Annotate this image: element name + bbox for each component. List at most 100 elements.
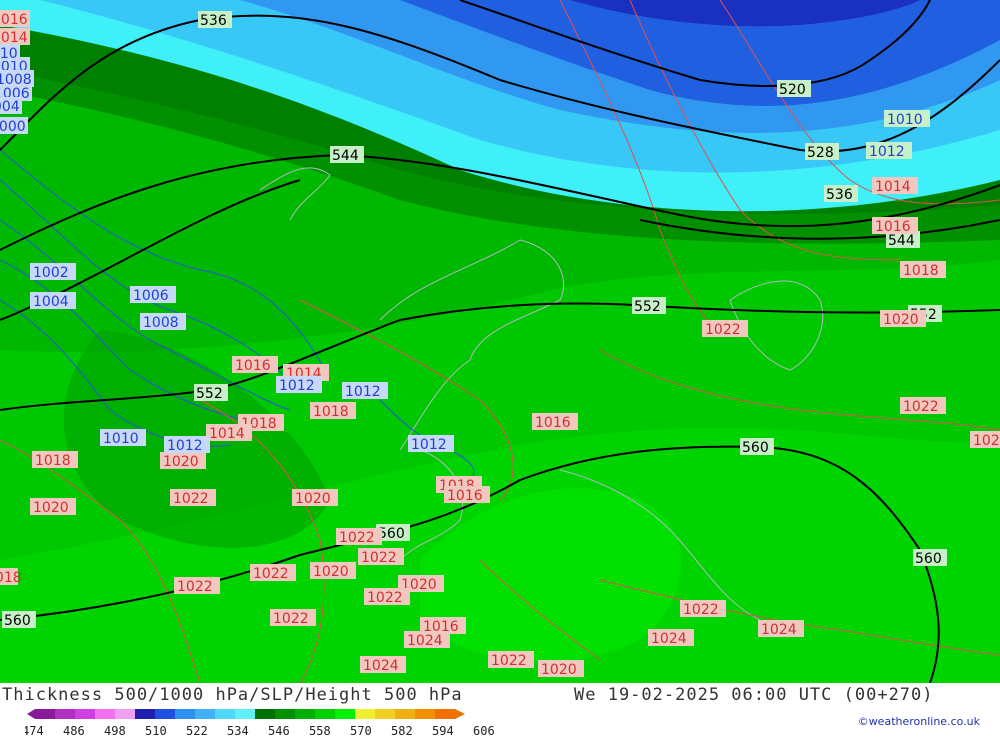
slp-label-text: 1020: [541, 662, 577, 678]
legend-tick-label: 474: [25, 724, 44, 738]
slp-label-text: 1024: [651, 631, 687, 647]
slp-label: 1022: [488, 651, 534, 669]
slp-label: 1024: [360, 656, 406, 674]
slp-label: 1016: [532, 413, 578, 431]
slp-label-text: 1002: [33, 265, 69, 281]
slp-label-text: 1016: [447, 488, 483, 504]
legend-swatch: [315, 709, 336, 719]
slp-label-text: 1020: [883, 312, 919, 328]
slp-label-text: 1004: [33, 294, 69, 310]
slp-label-text: 1022: [705, 322, 741, 338]
map-footer: Thickness 500/1000 hPa/SLP/Height 500 hP…: [0, 683, 1000, 738]
slp-label-text: 1022: [253, 566, 289, 582]
legend-tick-label: 606: [473, 724, 495, 738]
height-label: 536: [198, 11, 232, 29]
slp-label-text: 1022: [177, 579, 213, 595]
legend-swatch: [55, 709, 76, 719]
slp-label: 1016: [232, 356, 278, 374]
legend-swatch: [255, 709, 276, 719]
legend-swatch: [395, 709, 416, 719]
slp-label: 1020: [310, 562, 356, 580]
legend-tick-label: 558: [309, 724, 331, 738]
slp-label-text: 1012: [411, 437, 447, 453]
slp-label-text: 1008: [143, 315, 179, 331]
legend-swatch: [135, 709, 156, 719]
slp-label: 1012: [342, 382, 388, 400]
slp-label-text: 1022: [683, 602, 719, 618]
slp-label: 1008: [140, 313, 186, 331]
slp-label-text: 1010: [887, 112, 923, 128]
slp-label-text: 1020: [313, 564, 349, 580]
slp-label: 1010: [884, 110, 930, 128]
legend-swatch: [215, 709, 236, 719]
slp-label-text: 1012: [869, 144, 905, 160]
slp-label: 1020: [538, 660, 584, 678]
slp-label: 1012: [164, 436, 210, 454]
legend-swatch: [355, 709, 376, 719]
legend-tick-label: 582: [391, 724, 413, 738]
slp-label-text: 1016: [875, 219, 911, 235]
credit-link[interactable]: ©weatheronline.co.uk: [858, 715, 980, 728]
legend-arrow-left: [27, 709, 35, 719]
height-label-text: 552: [196, 386, 223, 402]
slp-label-text: 1022: [491, 653, 527, 669]
height-label-text: 520: [779, 82, 806, 98]
slp-label: 1018: [0, 568, 22, 586]
legend-swatch: [115, 709, 136, 719]
legend-swatch: [75, 709, 96, 719]
slp-label: 1024: [404, 631, 450, 649]
slp-label-text: 1018: [0, 570, 22, 586]
slp-label: 1022: [250, 564, 296, 582]
slp-label: 1004: [0, 97, 22, 115]
slp-label: 1014: [0, 28, 30, 46]
slp-label-text: 1016: [535, 415, 571, 431]
height-label-text: 560: [915, 551, 942, 567]
legend-swatch: [295, 709, 316, 719]
slp-label-text: 1012: [167, 438, 203, 454]
slp-label: 1022: [680, 600, 726, 618]
height-label: 536: [824, 185, 858, 203]
slp-label-text: 1020: [295, 491, 331, 507]
legend-swatch: [95, 709, 116, 719]
legend-swatch: [375, 709, 396, 719]
slp-label: 1022: [358, 548, 404, 566]
slp-label-text: 1022: [273, 611, 309, 627]
slp-label: 1018: [310, 402, 356, 420]
legend-tick-label: 546: [268, 724, 290, 738]
height-label-text: 560: [4, 613, 31, 629]
legend-tick-label: 498: [104, 724, 126, 738]
slp-label-text: 1014: [875, 179, 911, 195]
legend-tick-label: 522: [186, 724, 208, 738]
height-label-text: 544: [332, 148, 359, 164]
legend-swatch: [415, 709, 436, 719]
slp-label-text: 1000: [0, 119, 26, 135]
slp-label: 1022: [702, 320, 748, 338]
slp-label: 1022: [170, 489, 216, 507]
legend-tick-label: 570: [350, 724, 372, 738]
slp-label-text: 1020: [163, 454, 199, 470]
height-label: 544: [330, 146, 364, 164]
height-label: 560: [2, 611, 36, 629]
slp-label-text: 1014: [0, 30, 28, 46]
slp-label: 1002: [30, 263, 76, 281]
legend-tick-label: 594: [432, 724, 454, 738]
slp-label-text: 1018: [903, 263, 939, 279]
slp-label: 1020: [292, 489, 338, 507]
slp-label-text: 1022: [339, 530, 375, 546]
height-label: 560: [740, 438, 774, 456]
slp-label: 1020: [30, 498, 76, 516]
height-label: 560: [913, 549, 947, 567]
slp-label-text: 1022: [367, 590, 403, 606]
slp-label: 1022: [336, 528, 382, 546]
slp-label-text: 1022: [973, 433, 1000, 449]
slp-label: 1012: [408, 435, 454, 453]
slp-label: 1012: [276, 376, 322, 394]
legend-tick-label: 486: [63, 724, 85, 738]
height-label: 552: [194, 384, 228, 402]
height-label-text: 536: [200, 13, 227, 29]
slp-label: 1020: [880, 310, 926, 328]
slp-label: 1022: [174, 577, 220, 595]
slp-label: 1010: [0, 44, 20, 62]
map-valid-time: We 19-02-2025 06:00 UTC (00+270): [574, 685, 934, 705]
weather-map: 536 520 544 528 536 544 552 552 560 560 …: [0, 0, 1000, 684]
